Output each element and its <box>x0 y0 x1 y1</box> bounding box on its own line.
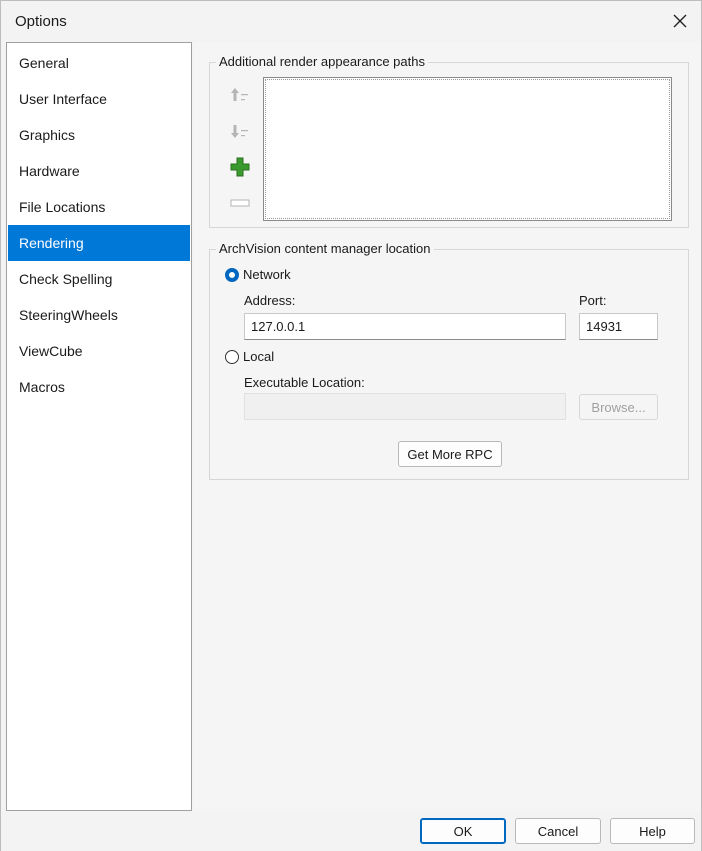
dialog-title: Options <box>15 13 67 30</box>
options-dialog: Options General User Interface Graphics … <box>0 0 702 851</box>
title-bar: Options <box>1 1 701 41</box>
render-paths-list[interactable] <box>263 77 672 221</box>
render-paths-group-title: Additional render appearance paths <box>216 54 428 69</box>
cancel-button[interactable]: Cancel <box>515 818 601 844</box>
nav-item-hardware[interactable]: Hardware <box>8 153 190 189</box>
move-down-icon <box>231 125 248 138</box>
close-icon <box>673 14 687 28</box>
nav-item-macros[interactable]: Macros <box>8 369 190 405</box>
executable-location-input[interactable] <box>244 393 566 420</box>
browse-button[interactable]: Browse... <box>579 394 658 420</box>
move-down-button[interactable] <box>228 119 252 143</box>
local-radio[interactable] <box>225 349 239 364</box>
ok-button[interactable]: OK <box>420 818 506 844</box>
archvision-group: ArchVision content manager location Netw… <box>209 241 689 480</box>
nav-item-graphics[interactable]: Graphics <box>8 117 190 153</box>
local-label: Local <box>243 349 275 364</box>
port-input[interactable] <box>579 313 658 340</box>
add-icon <box>230 157 250 177</box>
render-paths-group: Additional render appearance paths <box>209 54 689 228</box>
move-up-button[interactable] <box>228 83 252 107</box>
network-radio[interactable] <box>225 267 239 282</box>
nav-item-viewcube[interactable]: ViewCube <box>8 333 190 369</box>
nav-item-general[interactable]: General <box>8 45 190 81</box>
add-path-button[interactable] <box>228 155 252 179</box>
remove-icon <box>230 199 250 207</box>
archvision-group-title: ArchVision content manager location <box>216 241 434 256</box>
local-radio-option[interactable]: Local <box>225 349 274 364</box>
options-nav-list: General User Interface Graphics Hardware… <box>6 42 192 811</box>
rendering-settings-panel: Additional render appearance paths ArchV… <box>193 42 701 811</box>
move-up-icon <box>231 88 248 101</box>
nav-item-check-spelling[interactable]: Check Spelling <box>8 261 190 297</box>
remove-path-button[interactable] <box>228 191 252 215</box>
get-more-rpc-button[interactable]: Get More RPC <box>398 441 502 467</box>
nav-item-rendering[interactable]: Rendering <box>8 225 190 261</box>
help-button[interactable]: Help <box>610 818 695 844</box>
close-button[interactable] <box>663 5 697 37</box>
network-radio-option[interactable]: Network <box>225 267 291 282</box>
executable-location-label: Executable Location: <box>244 375 365 390</box>
nav-item-steeringwheels[interactable]: SteeringWheels <box>8 297 190 333</box>
port-label: Port: <box>579 293 607 308</box>
nav-item-file-locations[interactable]: File Locations <box>8 189 190 225</box>
address-label: Address: <box>244 293 296 308</box>
nav-item-user-interface[interactable]: User Interface <box>8 81 190 117</box>
network-label: Network <box>243 267 291 282</box>
dialog-footer: OK Cancel Help <box>1 811 701 851</box>
address-input[interactable] <box>244 313 566 340</box>
